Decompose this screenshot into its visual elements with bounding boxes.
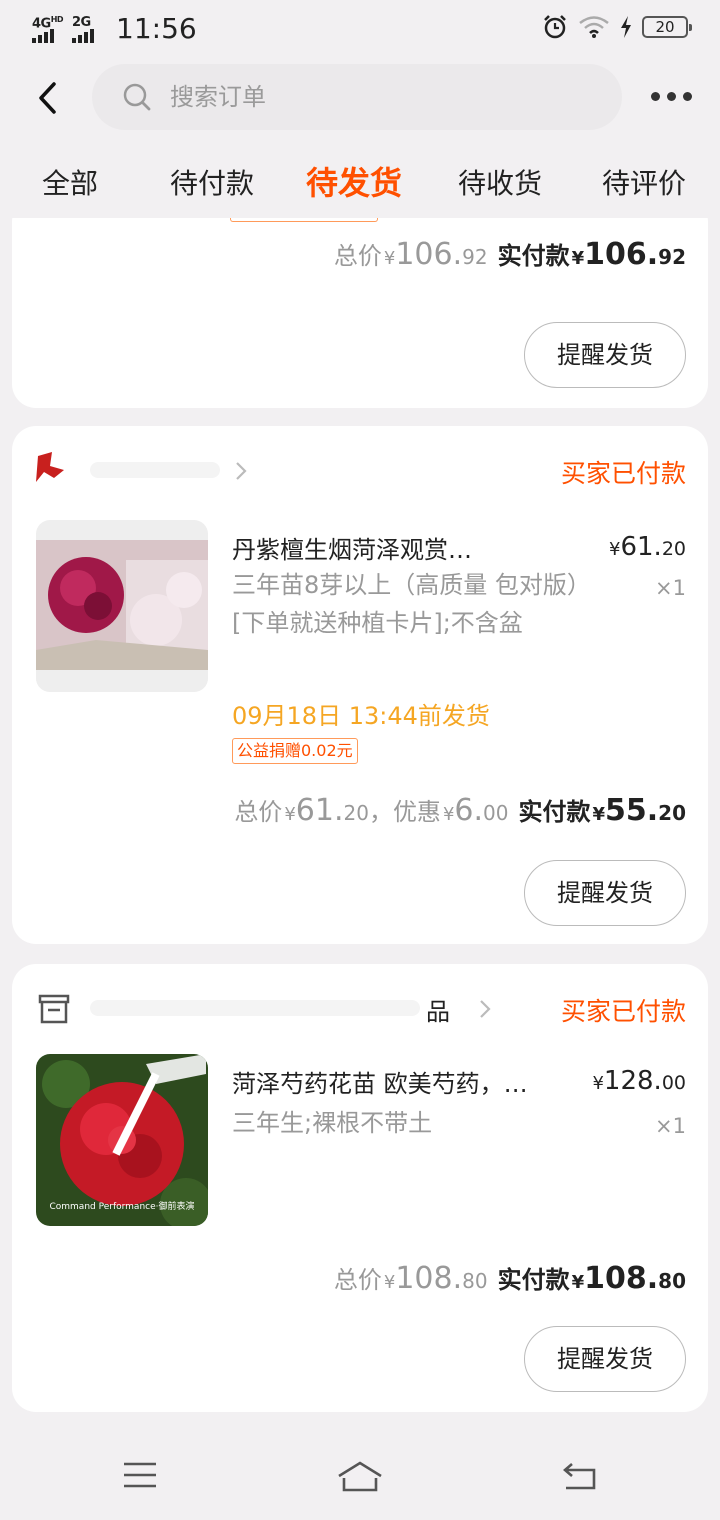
- order-status: 买家已付款: [560, 997, 686, 1026]
- home-icon[interactable]: [336, 1460, 384, 1492]
- tab-pending-receipt[interactable]: 待收货: [458, 162, 542, 202]
- search-icon: [123, 83, 151, 111]
- shop-logo-icon: [36, 452, 64, 482]
- charity-tag: [230, 218, 378, 222]
- shop-name: 品: [426, 998, 450, 1026]
- search-input[interactable]: [170, 64, 590, 130]
- menu-icon[interactable]: [122, 1460, 158, 1490]
- shipping-deadline: 09月18日 13:44前发货: [232, 702, 490, 730]
- price-summary: 总价 ¥ 61. 20 ， 优惠 ¥ 6. 00 实付款 ¥ 55. 20: [234, 793, 686, 828]
- back-nav-icon[interactable]: [562, 1460, 598, 1492]
- shop-row[interactable]: 品 买家已付款: [34, 990, 686, 1030]
- order-tabs: 全部 待付款 待发货 待收货 待评价: [0, 150, 720, 220]
- battery-icon: 20: [642, 16, 692, 38]
- more-icon[interactable]: [651, 92, 692, 101]
- charging-icon: [621, 16, 631, 38]
- tab-pending-payment[interactable]: 待付款: [170, 162, 254, 202]
- network-2g-indicator: 2G: [70, 15, 106, 43]
- order-list: 总价 ¥ 106. 92 实付款 ¥ 106. 92 提醒发货 买家已付款 丹紫…: [0, 218, 720, 1428]
- status-bar: 4GHD 2G 11:56 20: [0, 0, 720, 56]
- tab-pending-shipment[interactable]: 待发货: [306, 158, 402, 204]
- order-status: 买家已付款: [560, 459, 686, 488]
- wifi-icon: [579, 16, 609, 38]
- order-card[interactable]: 买家已付款 丹紫檀生烟菏泽观赏… ¥ 61. 20 三年苗8芽以上（高质量 包对…: [12, 426, 708, 944]
- chevron-right-icon: [236, 462, 247, 480]
- item-spec: 三年生;裸根不带土: [232, 1109, 433, 1137]
- order-card[interactable]: 品 买家已付款 Command Performance·御前表演 菏泽芍药花苗 …: [12, 964, 708, 1412]
- item-title[interactable]: 丹紫檀生烟菏泽观赏…: [232, 530, 584, 565]
- product-image[interactable]: [36, 520, 208, 692]
- shop-name-redacted: [90, 462, 220, 478]
- tab-all[interactable]: 全部: [42, 162, 98, 202]
- remind-shipment-button[interactable]: 提醒发货: [524, 860, 686, 926]
- shop-name-redacted: [90, 1000, 420, 1016]
- back-icon[interactable]: [34, 80, 64, 116]
- item-spec: 三年苗8芽以上（高质量 包对版）[下单就送种植卡片];不含盆: [232, 571, 591, 637]
- store-icon: [38, 994, 70, 1024]
- item-price: ¥ 61. 20: [609, 532, 686, 562]
- search-box[interactable]: [92, 64, 622, 130]
- product-image[interactable]: Command Performance·御前表演: [36, 1054, 208, 1226]
- price-summary: 总价 ¥ 108. 80 实付款 ¥ 108. 80: [333, 1261, 686, 1296]
- remind-shipment-button[interactable]: 提醒发货: [524, 322, 686, 388]
- order-list-page: 4GHD 2G 11:56 20 搜索订单 全部 待付款 待发货 待收货 待评价…: [0, 0, 720, 1520]
- image-caption: Command Performance·御前表演: [49, 1202, 195, 1212]
- chevron-right-icon: [480, 1000, 491, 1018]
- remind-shipment-button[interactable]: 提醒发货: [524, 1326, 686, 1392]
- price-summary: 总价 ¥ 106. 92 实付款 ¥ 106. 92: [333, 237, 686, 272]
- item-quantity: ×1: [655, 1114, 686, 1138]
- status-time: 11:56: [116, 12, 197, 45]
- item-quantity: ×1: [655, 576, 686, 600]
- charity-tag: 公益捐赠0.02元: [232, 738, 358, 764]
- item-title[interactable]: 菏泽芍药花苗 欧美芍药，…: [232, 1064, 584, 1099]
- order-card[interactable]: 总价 ¥ 106. 92 实付款 ¥ 106. 92 提醒发货: [12, 218, 708, 408]
- system-nav-bar: [0, 1430, 720, 1520]
- network-4g-indicator: 4GHD: [30, 15, 66, 43]
- item-price: ¥ 128. 00: [592, 1066, 686, 1096]
- shop-row[interactable]: 买家已付款: [34, 452, 686, 492]
- tab-pending-review[interactable]: 待评价: [602, 162, 686, 202]
- header: [0, 56, 720, 146]
- alarm-icon: [544, 15, 566, 39]
